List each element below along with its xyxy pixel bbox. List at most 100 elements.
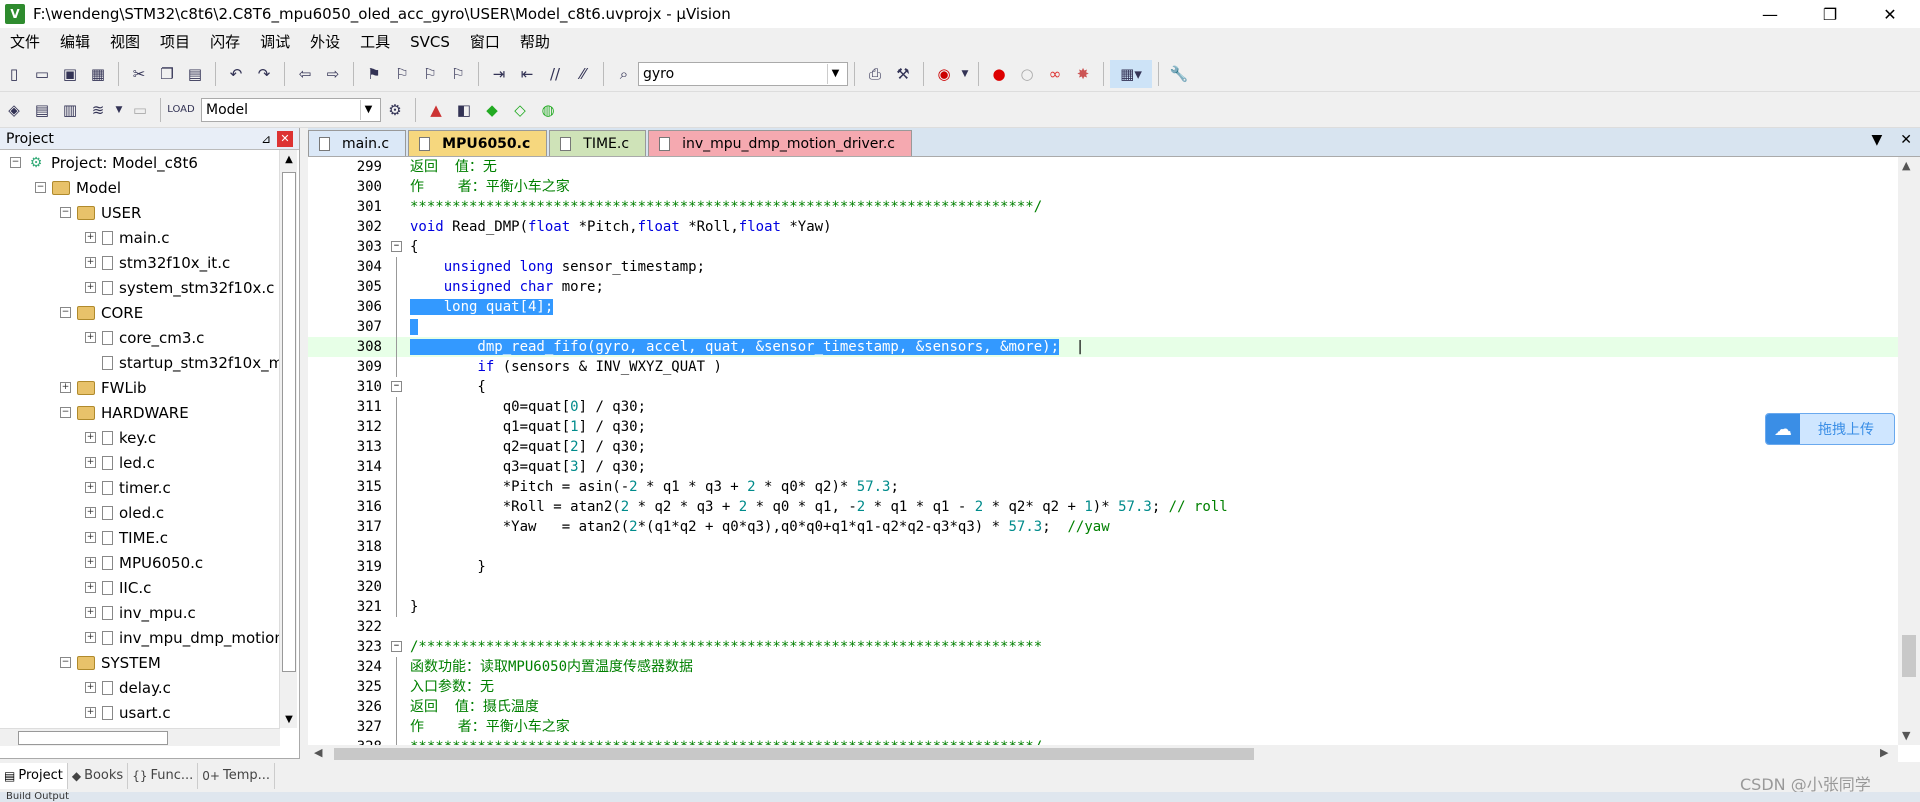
debug-session-icon[interactable]: ◉ [930, 60, 958, 88]
tree-item[interactable]: + usart.c [0, 700, 280, 725]
tree-item[interactable]: + FWLib [0, 375, 280, 400]
scroll-up-icon[interactable]: ▲ [280, 150, 298, 168]
code-line[interactable]: 302 void Read_DMP(float *Pitch,float *Rol… [308, 217, 1898, 237]
kill-breakpoints-icon[interactable]: ✸ [1069, 60, 1097, 88]
breakpoint-icon[interactable]: ● [985, 60, 1013, 88]
code-line[interactable]: 323−/***********************************… [308, 637, 1898, 657]
uncomment-icon[interactable]: ⁄⁄ [569, 60, 597, 88]
save-icon[interactable]: ▣ [56, 60, 84, 88]
paste-icon[interactable]: ▤ [181, 60, 209, 88]
scrollbar-thumb[interactable] [18, 731, 168, 745]
scroll-right-icon[interactable]: ▶ [1880, 746, 1888, 759]
close-icon[interactable]: ✕ [277, 130, 293, 147]
chevron-down-icon[interactable]: ▼ [360, 99, 376, 120]
incremental-find-icon[interactable]: ⚒ [889, 60, 917, 88]
code-line[interactable]: 306 long quat[4]; [308, 297, 1898, 317]
code-line[interactable]: 307 [308, 317, 1898, 337]
menu-item[interactable]: 外设 [300, 29, 350, 55]
expand-icon[interactable]: + [85, 282, 96, 293]
tree-item[interactable]: + MPU6050.c [0, 550, 280, 575]
code-line[interactable]: 322 [308, 617, 1898, 637]
tree-item[interactable]: − HARDWARE [0, 400, 280, 425]
undo-icon[interactable]: ↶ [222, 60, 250, 88]
collapse-icon[interactable]: − [60, 407, 71, 418]
expand-icon[interactable]: + [85, 532, 96, 543]
disable-breakpoint-icon[interactable]: ○ [1013, 60, 1041, 88]
tree-item[interactable]: + system_stm32f10x.c [0, 275, 280, 300]
tree-item[interactable]: + stm32f10x_it.c [0, 250, 280, 275]
unindent-icon[interactable]: ⇤ [513, 60, 541, 88]
fold-toggle-icon[interactable]: − [391, 241, 402, 252]
editor-vertical-scrollbar[interactable]: ▲ ▼ [1898, 157, 1920, 745]
redo-icon[interactable]: ↷ [250, 60, 278, 88]
tab-mpu6050-c[interactable]: MPU6050.c [408, 130, 548, 156]
tree-horizontal-scrollbar[interactable] [0, 728, 280, 746]
translate-icon[interactable]: ◈ [0, 96, 28, 124]
nav-back-icon[interactable]: ⇦ [291, 60, 319, 88]
window-layout-icon[interactable]: ▦▾ [1110, 59, 1152, 88]
code-line[interactable]: 324 函数功能：读取MPU6050内置温度传感器数据 [308, 657, 1898, 677]
expand-icon[interactable]: + [85, 507, 96, 518]
expand-icon[interactable]: + [85, 482, 96, 493]
editor-horizontal-scrollbar[interactable]: ◀ ▶ [308, 745, 1898, 762]
code-line[interactable]: 315 *Pitch = asin(-2 * q1 * q3 + 2 * q0*… [308, 477, 1898, 497]
tab-time-c[interactable]: TIME.c [549, 130, 647, 156]
open-file-icon[interactable]: ▭ [28, 60, 56, 88]
code-line[interactable]: 325 入口参数：无 [308, 677, 1898, 697]
code-line[interactable]: 317 *Yaw = atan2(2*(q1*q2 + q0*q3),q0*q0… [308, 517, 1898, 537]
menu-item[interactable]: 闪存 [200, 29, 250, 55]
close-button[interactable]: ✕ [1860, 0, 1920, 28]
code-line[interactable]: 309 if (sensors & INV_WXYZ_QUAT ) [308, 357, 1898, 377]
scroll-up-icon[interactable]: ▲ [1902, 159, 1910, 172]
tree-item[interactable]: + timer.c [0, 475, 280, 500]
nav-forward-icon[interactable]: ⇨ [319, 60, 347, 88]
code-line[interactable]: 303−{ [308, 237, 1898, 257]
collapse-icon[interactable]: − [10, 157, 21, 168]
menu-item[interactable]: 帮助 [510, 29, 560, 55]
tree-item[interactable]: + IIC.c [0, 575, 280, 600]
stop-build-icon[interactable]: ▭ [126, 96, 154, 124]
code-line[interactable]: 313 q2=quat[2] / q30; [308, 437, 1898, 457]
expand-icon[interactable]: + [85, 257, 96, 268]
code-line[interactable]: 299 返回 值：无 [308, 157, 1898, 177]
manage-project-items-icon[interactable]: ▲ [422, 96, 450, 124]
panel-tab-books[interactable]: ◆ Books [68, 762, 129, 789]
scroll-down-icon[interactable]: ▼ [280, 710, 298, 728]
code-line[interactable]: 301 *************************************… [308, 197, 1898, 217]
code-line[interactable]: 310− { [308, 377, 1898, 397]
expand-icon[interactable]: + [85, 607, 96, 618]
expand-icon[interactable]: + [85, 457, 96, 468]
scroll-left-icon[interactable]: ◀ [314, 746, 322, 759]
tree-vertical-scrollbar[interactable]: ▲ ▼ [279, 150, 297, 728]
code-editor[interactable]: 299 返回 值：无 300 作 者：平衡小车之家 301 ***************… [308, 156, 1920, 762]
new-file-icon[interactable]: ▯ [0, 60, 28, 88]
scrollbar-thumb[interactable] [1902, 635, 1916, 677]
code-line[interactable]: 305 unsigned char more; [308, 277, 1898, 297]
maximize-button[interactable]: ❐ [1800, 0, 1860, 28]
collapse-icon[interactable]: − [60, 307, 71, 318]
tree-item[interactable]: − CORE [0, 300, 280, 325]
configure-icon[interactable]: 🔧 [1165, 60, 1193, 88]
build-icon[interactable]: ▤ [28, 96, 56, 124]
code-line[interactable]: 311 q0=quat[0] / q30; [308, 397, 1898, 417]
panel-tab-temp[interactable]: 0+ Temp... [198, 762, 276, 789]
menu-item[interactable]: 文件 [0, 29, 50, 55]
expand-icon[interactable]: + [85, 432, 96, 443]
code-line[interactable]: 319 } [308, 557, 1898, 577]
dropdown-arrow-icon[interactable]: ▼ [958, 60, 972, 88]
target-combo[interactable]: Model ▼ [201, 97, 381, 122]
code-line[interactable]: 320 [308, 577, 1898, 597]
expand-icon[interactable]: + [85, 632, 96, 643]
pin-icon[interactable]: ⊿ [261, 132, 271, 146]
download-icon[interactable]: LOAD [167, 96, 195, 124]
tree-item[interactable]: + delay.c [0, 675, 280, 700]
indent-icon[interactable]: ⇥ [485, 60, 513, 88]
expand-icon[interactable]: + [60, 382, 71, 393]
code-line[interactable]: 304 unsigned long sensor_timestamp; [308, 257, 1898, 277]
collapse-icon[interactable]: − [60, 207, 71, 218]
tree-item[interactable]: + core_cm3.c [0, 325, 280, 350]
tree-item[interactable]: + key.c [0, 425, 280, 450]
menu-item[interactable]: 编辑 [50, 29, 100, 55]
tree-item[interactable]: + led.c [0, 450, 280, 475]
collapse-icon[interactable]: − [60, 657, 71, 668]
